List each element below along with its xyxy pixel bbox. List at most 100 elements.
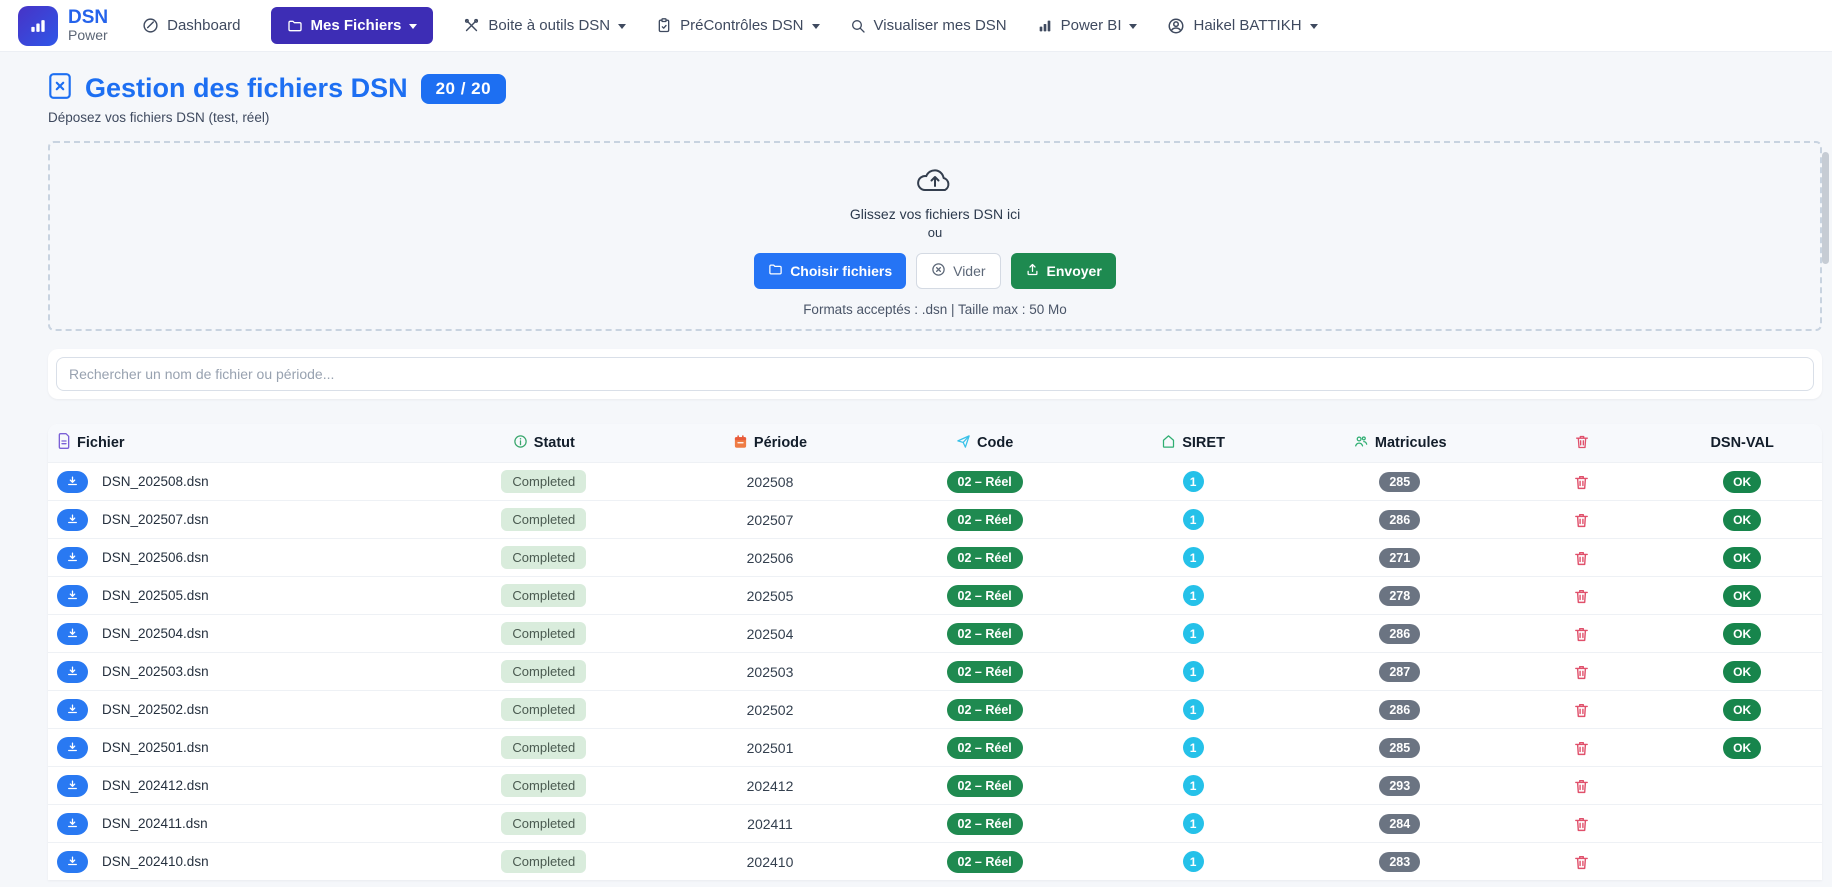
bar-chart-icon [1037, 18, 1053, 34]
user-circle-icon [1167, 17, 1185, 35]
nav-item-label: Haikel BATTIKH [1193, 17, 1301, 34]
download-button[interactable] [57, 661, 88, 683]
siret-count-badge: 1 [1183, 851, 1204, 872]
periode-value: 202506 [747, 550, 794, 566]
table-row: DSN_202502.dsn Completed 202502 02 – Rée… [48, 690, 1822, 728]
column-header-siret: SIRET [1088, 434, 1299, 453]
periode-value: 202412 [747, 778, 794, 794]
table-row: DSN_202410.dsn Completed 202410 02 – Rée… [48, 842, 1822, 880]
code-badge: 02 – Réel [947, 699, 1023, 721]
delete-button[interactable] [1573, 701, 1590, 719]
column-header-periode: Période [658, 434, 882, 453]
column-header-dsnval: DSN-VAL [1662, 435, 1822, 451]
matricules-count-badge: 293 [1379, 776, 1420, 796]
calendar-icon [733, 434, 748, 453]
status-badge: Completed [501, 584, 586, 607]
delete-button[interactable] [1573, 853, 1590, 871]
delete-button[interactable] [1573, 663, 1590, 681]
file-name: DSN_202508.dsn [102, 474, 209, 489]
file-name: DSN_202504.dsn [102, 626, 209, 641]
choose-files-button[interactable]: Choisir fichiers [754, 253, 906, 289]
download-button[interactable] [57, 585, 88, 607]
scrollbar[interactable] [1820, 52, 1832, 887]
paper-plane-icon [956, 434, 971, 453]
delete-button[interactable] [1573, 739, 1590, 757]
matricules-count-badge: 283 [1379, 852, 1420, 872]
page-subtitle: Déposez vos fichiers DSN (test, réel) [48, 110, 1822, 125]
cloud-upload-icon [915, 182, 955, 199]
status-badge: Completed [501, 698, 586, 721]
column-header-fichier: Fichier [48, 433, 429, 453]
dsnval-badge: OK [1723, 699, 1761, 721]
periode-value: 202501 [747, 740, 794, 756]
periode-value: 202502 [747, 702, 794, 718]
app-logo[interactable]: DSN Power [18, 6, 108, 46]
download-button[interactable] [57, 737, 88, 759]
code-badge: 02 – Réel [947, 661, 1023, 683]
code-badge: 02 – Réel [947, 509, 1023, 531]
matricules-count-badge: 285 [1379, 472, 1420, 492]
search-input[interactable] [56, 357, 1814, 391]
matricules-count-badge: 286 [1379, 700, 1420, 720]
nav-item-power-bi[interactable]: Power BI [1037, 17, 1138, 34]
nav-item-label: Boite à outils DSN [488, 17, 610, 34]
download-button[interactable] [57, 699, 88, 721]
dsnval-badge: OK [1723, 471, 1761, 493]
delete-button[interactable] [1573, 587, 1590, 605]
delete-button[interactable] [1573, 511, 1590, 529]
delete-button[interactable] [1573, 473, 1590, 491]
file-dropzone[interactable]: Glissez vos fichiers DSN ici ou Choisir … [48, 141, 1822, 331]
chevron-down-icon [409, 24, 417, 29]
nav-item-label: Visualiser mes DSN [874, 17, 1007, 34]
clear-button[interactable]: Vider [916, 253, 1000, 289]
nav-item-user-menu[interactable]: Haikel BATTIKH [1167, 17, 1317, 35]
download-button[interactable] [57, 547, 88, 569]
file-icon [57, 433, 71, 453]
table-header-row: Fichier Statut Période Code [48, 424, 1822, 462]
nav-item-visualiser[interactable]: Visualiser mes DSN [850, 17, 1007, 34]
periode-value: 202505 [747, 588, 794, 604]
quota-badge: 20 / 20 [421, 74, 507, 104]
table-body: DSN_202508.dsn Completed 202508 02 – Rée… [48, 462, 1822, 880]
download-button[interactable] [57, 509, 88, 531]
download-button[interactable] [57, 471, 88, 493]
nav-item-label: PréContrôles DSN [680, 17, 803, 34]
nav-item-boite-outils[interactable]: Boite à outils DSN [463, 17, 626, 34]
periode-value: 202410 [747, 854, 794, 870]
dropzone-drag-text: Glissez vos fichiers DSN ici [50, 206, 1820, 222]
file-name: DSN_202410.dsn [102, 854, 209, 869]
send-button[interactable]: Envoyer [1011, 253, 1116, 289]
download-button[interactable] [57, 623, 88, 645]
code-badge: 02 – Réel [947, 851, 1023, 873]
home-icon [1161, 434, 1176, 453]
download-button[interactable] [57, 775, 88, 797]
code-badge: 02 – Réel [947, 471, 1023, 493]
nav-item-precontroles[interactable]: PréContrôles DSN [656, 17, 819, 34]
siret-count-badge: 1 [1183, 585, 1204, 606]
delete-button[interactable] [1573, 777, 1590, 795]
download-button[interactable] [57, 813, 88, 835]
file-name: DSN_202412.dsn [102, 778, 209, 793]
search-icon [850, 18, 866, 34]
periode-value: 202508 [747, 474, 794, 490]
download-button[interactable] [57, 851, 88, 873]
file-name: DSN_202507.dsn [102, 512, 209, 527]
status-badge: Completed [501, 508, 586, 531]
delete-button[interactable] [1573, 625, 1590, 643]
delete-button[interactable] [1573, 549, 1590, 567]
status-badge: Completed [501, 736, 586, 759]
status-badge: Completed [501, 546, 586, 569]
file-name: DSN_202502.dsn [102, 702, 209, 717]
file-name: DSN_202503.dsn [102, 664, 209, 679]
scrollbar-thumb[interactable] [1822, 152, 1829, 264]
periode-value: 202503 [747, 664, 794, 680]
logo-sub-text: Power [68, 28, 108, 43]
matricules-count-badge: 287 [1379, 662, 1420, 682]
table-row: DSN_202508.dsn Completed 202508 02 – Rée… [48, 462, 1822, 500]
search-card [48, 349, 1822, 399]
nav-item-dashboard[interactable]: Dashboard [142, 17, 240, 34]
matricules-count-badge: 278 [1379, 586, 1420, 606]
nav-item-mes-fichiers[interactable]: Mes Fichiers [271, 7, 434, 44]
delete-button[interactable] [1573, 815, 1590, 833]
chevron-down-icon [1129, 24, 1137, 29]
